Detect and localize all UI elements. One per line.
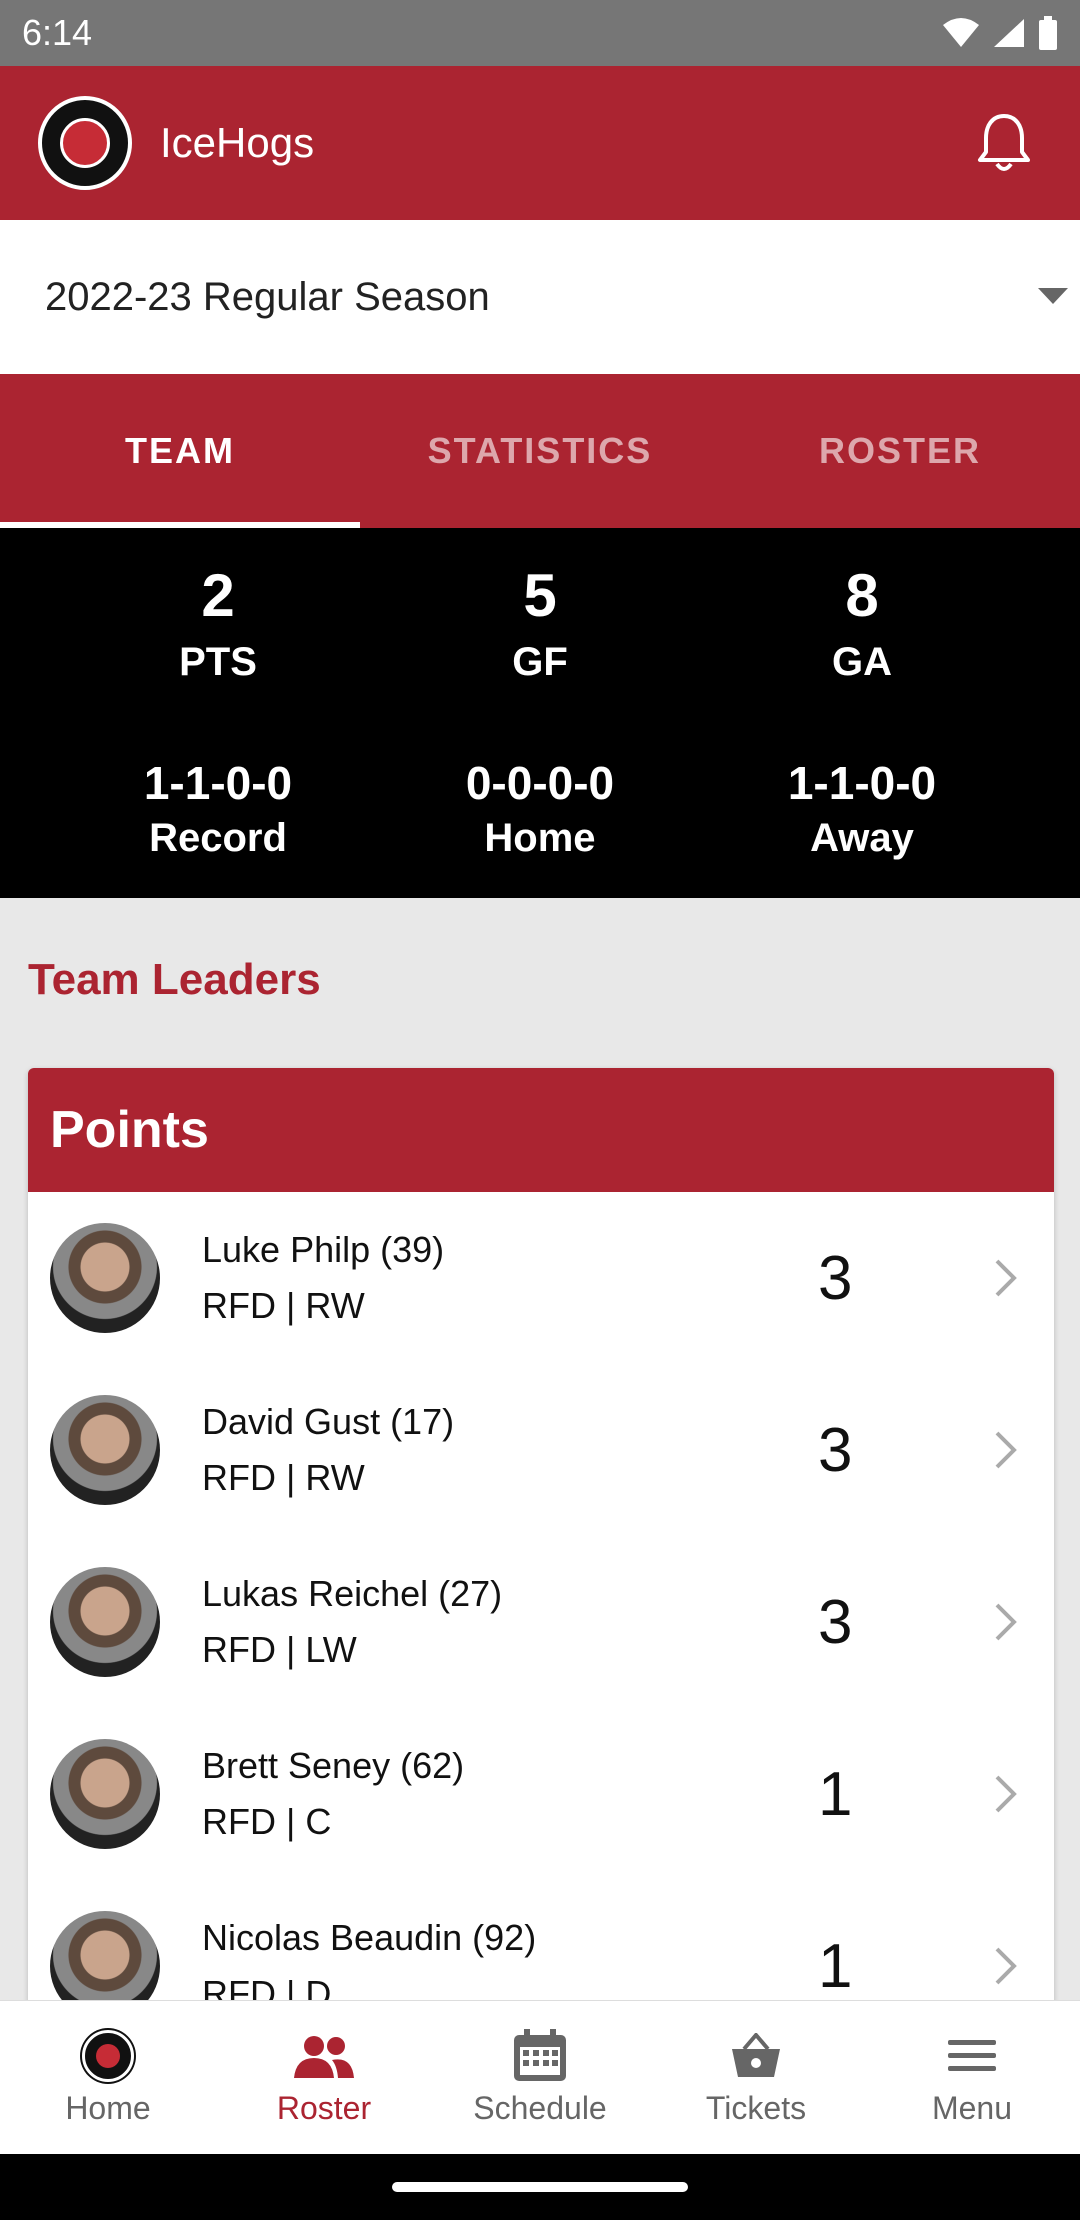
stat-away: 1-1-0-0 Away [682,760,1042,858]
app-bar: IceHogs [0,66,1080,220]
leader-info: Luke Philp (39) RFD | RW [202,1229,444,1327]
player-team-position: RFD | LW [202,1629,357,1670]
leader-row[interactable]: Nicolas Beaudin (92) RFD | D 1 [28,1880,1054,2008]
player-points: 3 [818,1243,853,1313]
player-points: 3 [818,1415,853,1485]
stat-record-value: 1-1-0-0 [143,757,293,809]
leader-row[interactable]: David Gust (17) RFD | RW 3 [28,1364,1054,1536]
chevron-right-icon [995,1603,1017,1641]
player-points: 3 [818,1587,853,1657]
status-icons [942,16,1058,50]
stat-gf-label: GF [512,640,568,684]
wifi-icon [943,18,979,47]
player-avatar [50,1223,160,1333]
stat-gf-value: 5 [523,562,557,629]
points-card-header: Points [28,1068,1054,1192]
stat-home-label: Home [484,816,596,860]
status-bar: 6:14 [0,0,1080,66]
player-name: David Gust (17) [202,1401,455,1442]
player-avatar [50,1567,160,1677]
nav-roster-label: Roster [276,2090,372,2126]
nav-home-label: Home [65,2090,151,2126]
status-time: 6:14 [22,12,93,53]
stat-gf: 5 GF [360,562,720,684]
chevron-right-icon [995,1775,1017,1813]
player-points: 1 [818,1759,853,1829]
team-leaders-heading: Team Leaders [28,955,321,1004]
leader-info: Brett Seney (62) RFD | C [202,1745,464,1843]
player-team-position: RFD | C [202,1801,332,1842]
player-name: Luke Philp (39) [202,1229,445,1270]
nav-home[interactable]: Home [0,2001,216,2154]
stat-ga-label: GA [832,640,892,684]
bottom-navigation: Home Roster Schedule Tickets Menu [0,2000,1080,2154]
team-logo [38,96,132,190]
leader-row[interactable]: Lukas Reichel (27) RFD | LW 3 [28,1536,1054,1708]
leader-row[interactable]: Brett Seney (62) RFD | C 1 [28,1708,1054,1880]
stat-ga: 8 GA [682,562,1042,684]
battery-icon [1039,16,1057,50]
player-name: Nicolas Beaudin (92) [202,1917,537,1958]
player-points: 1 [818,1931,853,2001]
stat-record-label: Record [149,816,287,860]
nav-tickets[interactable]: Tickets [648,2001,864,2154]
chevron-right-icon [995,1431,1017,1469]
nav-schedule[interactable]: Schedule [432,2001,648,2154]
stat-away-label: Away [810,816,914,860]
stat-ga-value: 8 [845,562,879,629]
tab-team[interactable]: TEAM [0,374,360,528]
bell-icon[interactable] [976,112,1032,174]
leader-info: Lukas Reichel (27) RFD | LW [202,1573,502,1671]
tab-statistics[interactable]: STATISTICS [360,374,720,528]
stat-pts: 2 PTS [38,562,398,684]
player-avatar [50,1911,160,2008]
gesture-bar [0,2154,1080,2220]
signal-icon [994,19,1024,47]
nav-menu[interactable]: Menu [864,2001,1080,2154]
dropdown-caret-icon [1038,288,1068,304]
app-screen: 6:14 IceHogs 2022-23 Regular Season TEAM… [0,0,1080,2220]
people-icon [292,2028,356,2084]
stat-home: 0-0-0-0 Home [360,760,720,858]
chevron-right-icon [995,1947,1017,1985]
player-avatar [50,1395,160,1505]
player-avatar [50,1739,160,1849]
basket-icon [730,2028,782,2084]
player-team-position: RFD | RW [202,1457,365,1498]
player-name: Brett Seney (62) [202,1745,465,1786]
stat-away-value: 1-1-0-0 [787,757,937,809]
leader-row[interactable]: Luke Philp (39) RFD | RW 3 [28,1192,1054,1364]
nav-roster[interactable]: Roster [216,2001,432,2154]
tab-roster[interactable]: ROSTER [720,374,1080,528]
nav-tickets-label: Tickets [705,2090,807,2126]
chevron-right-icon [995,1259,1017,1297]
calendar-icon [512,2028,568,2084]
team-logo-icon [82,2028,134,2084]
tab-bar: TEAM STATISTICS ROSTER [0,374,1080,528]
nav-menu-label: Menu [931,2090,1013,2126]
team-stats-panel: 2 PTS 5 GF 8 GA 1-1-0-0 Record 0-0-0-0 H… [0,528,1080,898]
hamburger-menu-icon [948,2028,996,2084]
stat-pts-value: 2 [201,562,235,629]
nav-schedule-label: Schedule [473,2090,607,2126]
season-dropdown[interactable]: 2022-23 Regular Season [0,220,1080,374]
home-gesture-handle[interactable] [392,2182,688,2192]
app-title: IceHogs [160,119,315,166]
leader-info: David Gust (17) RFD | RW [202,1401,454,1499]
stat-home-value: 0-0-0-0 [465,757,615,809]
leader-info: Nicolas Beaudin (92) RFD | D [202,1917,536,2008]
player-name: Lukas Reichel (27) [202,1573,503,1614]
points-leaders-card: Points Luke Philp (39) RFD | RW 3 David … [28,1068,1054,2008]
stat-record: 1-1-0-0 Record [38,760,398,858]
player-team-position: RFD | RW [202,1285,365,1326]
season-selected-label: 2022-23 Regular Season [45,274,490,319]
stat-pts-label: PTS [179,640,257,684]
